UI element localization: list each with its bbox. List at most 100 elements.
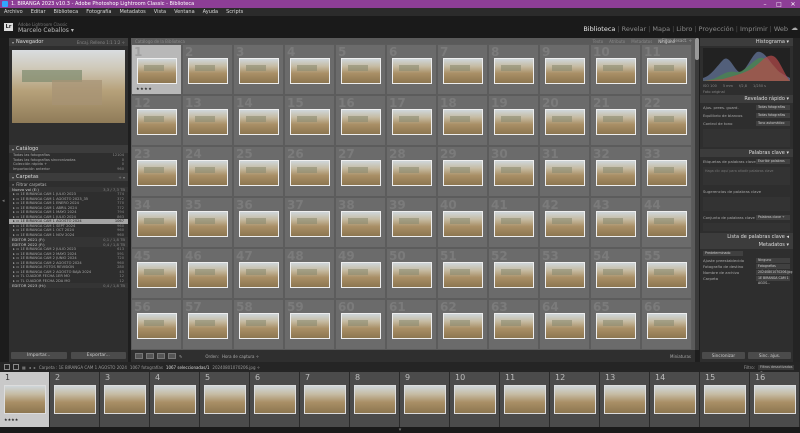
keyword-text-area[interactable]: Haga clic aquí para añadir palabras clav…	[703, 167, 790, 185]
grid-cell[interactable]: 62	[437, 299, 488, 350]
photo-thumbnail[interactable]	[137, 160, 177, 186]
grid-cell[interactable]: 40	[437, 197, 488, 248]
grid-cell[interactable]: 20	[539, 95, 590, 146]
navigator-preview[interactable]	[12, 50, 125, 123]
painter-icon[interactable]: ✎	[179, 354, 182, 359]
grid-cell[interactable]: 6	[386, 44, 437, 95]
filmstrip-cell[interactable]: 7	[300, 372, 350, 427]
metadata-header[interactable]: Metadatos ▾	[700, 241, 793, 249]
filmstrip-thumbnail[interactable]	[204, 385, 246, 414]
keyword-suggestions[interactable]: Sugerencias de palabras clave	[700, 187, 793, 195]
grid-cell[interactable]: 59	[284, 299, 335, 350]
catalog-header[interactable]: ▾ Catálogo	[9, 145, 128, 153]
grid-cell[interactable]: 43	[590, 197, 641, 248]
photo-thumbnail[interactable]	[494, 58, 534, 84]
module-revelar[interactable]: Revelar	[620, 25, 649, 33]
photo-thumbnail[interactable]	[239, 109, 279, 135]
filmstrip-cell[interactable]: 1 ★★★★	[0, 372, 50, 427]
grid-cell[interactable]: 23	[131, 146, 182, 197]
module-proyección[interactable]: Proyección	[697, 25, 736, 33]
tone-controls[interactable]	[703, 129, 790, 147]
catalog-item[interactable]: Importación anterior 960	[9, 167, 128, 172]
photo-thumbnail[interactable]	[647, 109, 687, 135]
photo-thumbnail[interactable]	[290, 313, 330, 339]
menu-item-ayuda[interactable]: Ayuda	[199, 9, 222, 15]
photo-thumbnail[interactable]	[239, 262, 279, 288]
minimize-button[interactable]: –	[758, 1, 772, 8]
filmstrip-thumbnail[interactable]	[704, 385, 746, 414]
photo-thumbnail[interactable]	[647, 211, 687, 237]
grid-cell[interactable]: 8	[488, 44, 539, 95]
compare-view-icon[interactable]	[157, 353, 165, 359]
grid-cell[interactable]: 14	[233, 95, 284, 146]
close-button[interactable]: ✕	[786, 1, 800, 8]
sync-settings-button[interactable]: Sinc. ajus.	[748, 352, 791, 359]
filmstrip-thumbnail[interactable]	[604, 385, 646, 414]
photo-thumbnail[interactable]	[137, 109, 177, 135]
grid-cell[interactable]: 25	[233, 146, 284, 197]
grid-cell[interactable]: 3	[233, 44, 284, 95]
menu-item-fotografía[interactable]: Fotografía	[82, 9, 115, 15]
grid-cell[interactable]: 4	[284, 44, 335, 95]
grid-scrollbar[interactable]	[695, 38, 699, 350]
quick-develop-dropdown[interactable]: Todas fotografías	[756, 112, 790, 118]
filmstrip-cell[interactable]: 11	[500, 372, 550, 427]
filmstrip-cell[interactable]: 9	[400, 372, 450, 427]
grid-cell[interactable]: 24	[182, 146, 233, 197]
photo-thumbnail[interactable]	[188, 58, 228, 84]
photo-thumbnail[interactable]	[341, 109, 381, 135]
filmstrip-thumbnail[interactable]	[554, 385, 596, 414]
photo-thumbnail[interactable]	[341, 262, 381, 288]
maximize-button[interactable]: □	[772, 1, 786, 8]
photo-thumbnail[interactable]	[137, 58, 177, 84]
grid-cell[interactable]: 58	[233, 299, 284, 350]
photo-thumbnail[interactable]	[545, 58, 585, 84]
add-folder-icon[interactable]: + ▾	[118, 175, 125, 180]
source-path[interactable]: Carpeta : 1E BIRANGA CAM 1 AGOSTO 2024	[39, 365, 127, 370]
filter-preset-dropdown[interactable]: Filtro desact. ÷	[662, 38, 692, 43]
photo-thumbnail[interactable]	[188, 313, 228, 339]
grid-cell[interactable]: 56	[131, 299, 182, 350]
grid-cell[interactable]: 17	[386, 95, 437, 146]
photo-thumbnail[interactable]	[545, 109, 585, 135]
grid-cell[interactable]: 55	[641, 248, 692, 299]
grid-cell[interactable]: 15	[284, 95, 335, 146]
grid-cell[interactable]: 31	[539, 146, 590, 197]
filmstrip-cell[interactable]: 4	[150, 372, 200, 427]
photo-thumbnail[interactable]	[443, 313, 483, 339]
grid-cell[interactable]: 16	[335, 95, 386, 146]
grid-cell[interactable]: 64	[539, 299, 590, 350]
menu-item-vista[interactable]: Vista	[150, 9, 170, 15]
menu-item-editar[interactable]: Editar	[27, 9, 50, 15]
module-libro[interactable]: Libro	[674, 25, 694, 33]
grid-cell[interactable]: 44	[641, 197, 692, 248]
photo-thumbnail[interactable]	[647, 160, 687, 186]
photo-thumbnail[interactable]	[392, 160, 432, 186]
display-2-icon[interactable]	[13, 364, 19, 370]
export-button[interactable]: Exportar...	[70, 352, 126, 359]
grid-cell[interactable]: 21	[590, 95, 641, 146]
photo-thumbnail[interactable]	[596, 58, 636, 84]
filmstrip-thumbnail[interactable]	[404, 385, 446, 414]
photo-thumbnail[interactable]	[239, 58, 279, 84]
grid-cell[interactable]: 5	[335, 44, 386, 95]
grid-cell[interactable]: 12	[131, 95, 182, 146]
module-mapa[interactable]: Mapa	[650, 25, 672, 33]
filmstrip-thumbnail[interactable]	[104, 385, 146, 414]
photo-thumbnail[interactable]	[443, 160, 483, 186]
metadata-value[interactable]: Ninguno	[756, 257, 790, 263]
module-biblioteca[interactable]: Biblioteca	[581, 25, 617, 33]
grid-cell[interactable]: 29	[437, 146, 488, 197]
filmstrip-cell[interactable]: 12	[550, 372, 600, 427]
photo-thumbnail[interactable]	[494, 313, 534, 339]
file-name[interactable]: 20240801070206.jpg ÷	[212, 365, 260, 370]
grid-cell[interactable]: 13	[182, 95, 233, 146]
filmstrip-thumbnail[interactable]	[154, 385, 196, 414]
grid-cell[interactable]: 41	[488, 197, 539, 248]
grid-cell[interactable]: 47	[233, 248, 284, 299]
grid-cell[interactable]: 65	[590, 299, 641, 350]
grid-cell[interactable]: 39	[386, 197, 437, 248]
grid-cell[interactable]: 52	[488, 248, 539, 299]
cloud-sync-icon[interactable]: ☁	[791, 24, 798, 32]
photo-thumbnail[interactable]	[188, 262, 228, 288]
